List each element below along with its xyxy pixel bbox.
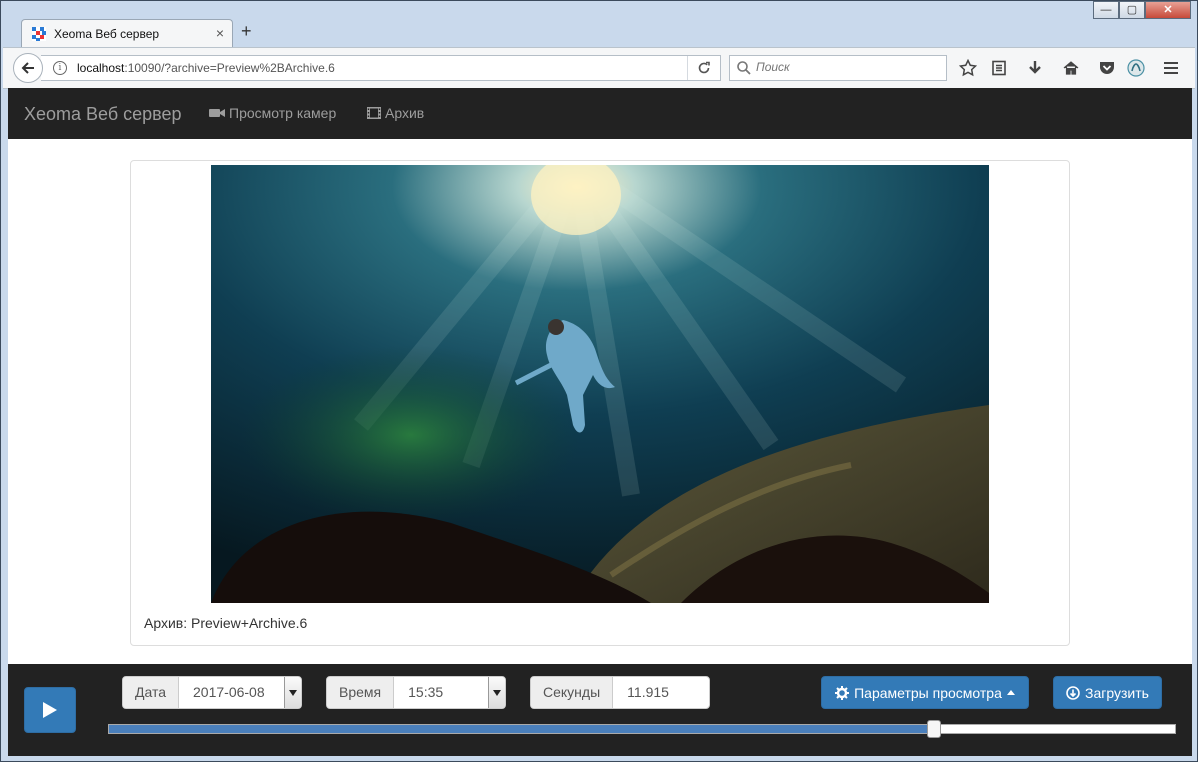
playback-controls: Дата 2017-06-08 Время 15:35 Секунды 11.9… <box>8 664 1192 756</box>
tab-close-icon[interactable]: × <box>216 25 224 41</box>
play-button[interactable] <box>24 687 76 733</box>
time-picker[interactable]: Время 15:35 <box>326 676 506 709</box>
menu-icon[interactable] <box>1161 58 1181 78</box>
date-value[interactable]: 2017-06-08 <box>179 677 284 708</box>
nav-camera-view[interactable]: Просмотр камер <box>209 105 336 121</box>
film-icon <box>367 107 381 119</box>
seconds-label: Секунды <box>531 677 614 708</box>
downloads-icon[interactable] <box>1025 58 1045 78</box>
xeoma-favicon-icon <box>32 27 46 41</box>
bookmark-star-icon[interactable] <box>958 58 978 78</box>
time-value[interactable]: 15:35 <box>394 677 488 708</box>
timeline-slider[interactable] <box>108 720 1176 738</box>
browser-toolbar: i localhost:10090/?archive=Preview%2BArc… <box>3 47 1195 89</box>
home-icon[interactable] <box>1061 58 1081 78</box>
browser-window: — ▢ ✕ Xeoma Веб сервер × + i localhost:1… <box>0 0 1198 762</box>
search-icon <box>737 61 751 75</box>
nav-archive[interactable]: Архив <box>367 105 424 121</box>
page-content: Xeoma Веб сервер Просмотр камер Архив Ар… <box>8 88 1192 756</box>
maximize-button[interactable]: ▢ <box>1119 1 1145 19</box>
browser-tab[interactable]: Xeoma Веб сервер × <box>21 19 233 47</box>
info-icon[interactable]: i <box>53 61 67 75</box>
window-controls: — ▢ ✕ <box>1093 1 1191 21</box>
play-icon <box>43 702 57 718</box>
seconds-input[interactable]: 11.915 <box>613 677 709 708</box>
video-frame[interactable] <box>211 165 989 603</box>
url-text[interactable]: localhost:10090/?archive=Preview%2BArchi… <box>77 61 335 75</box>
timeline-handle[interactable] <box>927 720 942 738</box>
back-arrow-icon <box>21 62 34 74</box>
app-brand[interactable]: Xeoma Веб сервер <box>24 104 182 125</box>
nav-archive-label: Архив <box>385 105 425 121</box>
new-tab-button[interactable]: + <box>241 21 252 42</box>
video-camera-icon <box>209 109 225 117</box>
search-bar[interactable] <box>729 55 947 81</box>
date-dropdown-icon[interactable] <box>284 677 301 708</box>
download-circle-icon <box>1066 685 1080 700</box>
timeline-progress <box>109 725 935 733</box>
app-navbar: Xeoma Веб сервер Просмотр камер Архив <box>8 88 1192 139</box>
viewer-panel: Архив: Preview+Archive.6 <box>130 160 1070 646</box>
search-input[interactable] <box>754 59 938 75</box>
close-window-button[interactable]: ✕ <box>1145 1 1191 19</box>
underwater-scene-image <box>211 165 989 603</box>
seconds-field[interactable]: Секунды 11.915 <box>530 676 710 709</box>
pocket-icon[interactable] <box>1097 58 1117 78</box>
download-button[interactable]: Загрузить <box>1053 676 1162 709</box>
back-button[interactable] <box>13 53 43 83</box>
extension-icon[interactable] <box>1126 58 1146 78</box>
view-params-label: Параметры просмотра <box>854 684 1002 701</box>
minimize-button[interactable]: — <box>1093 1 1119 19</box>
time-label: Время <box>327 677 395 708</box>
address-bar[interactable]: i localhost:10090/?archive=Preview%2BArc… <box>41 55 721 81</box>
tab-title: Xeoma Веб сервер <box>54 27 160 41</box>
reading-list-icon[interactable] <box>989 58 1009 78</box>
caret-up-icon <box>1006 690 1015 695</box>
gear-icon <box>835 685 850 700</box>
archive-caption: Архив: Preview+Archive.6 <box>144 615 308 631</box>
view-params-button[interactable]: Параметры просмотра <box>821 676 1029 709</box>
date-label: Дата <box>123 677 180 708</box>
download-label: Загрузить <box>1085 684 1149 701</box>
nav-camera-view-label: Просмотр камер <box>229 105 337 121</box>
date-picker[interactable]: Дата 2017-06-08 <box>122 676 302 709</box>
time-dropdown-icon[interactable] <box>488 677 505 708</box>
reload-icon[interactable] <box>687 56 720 80</box>
